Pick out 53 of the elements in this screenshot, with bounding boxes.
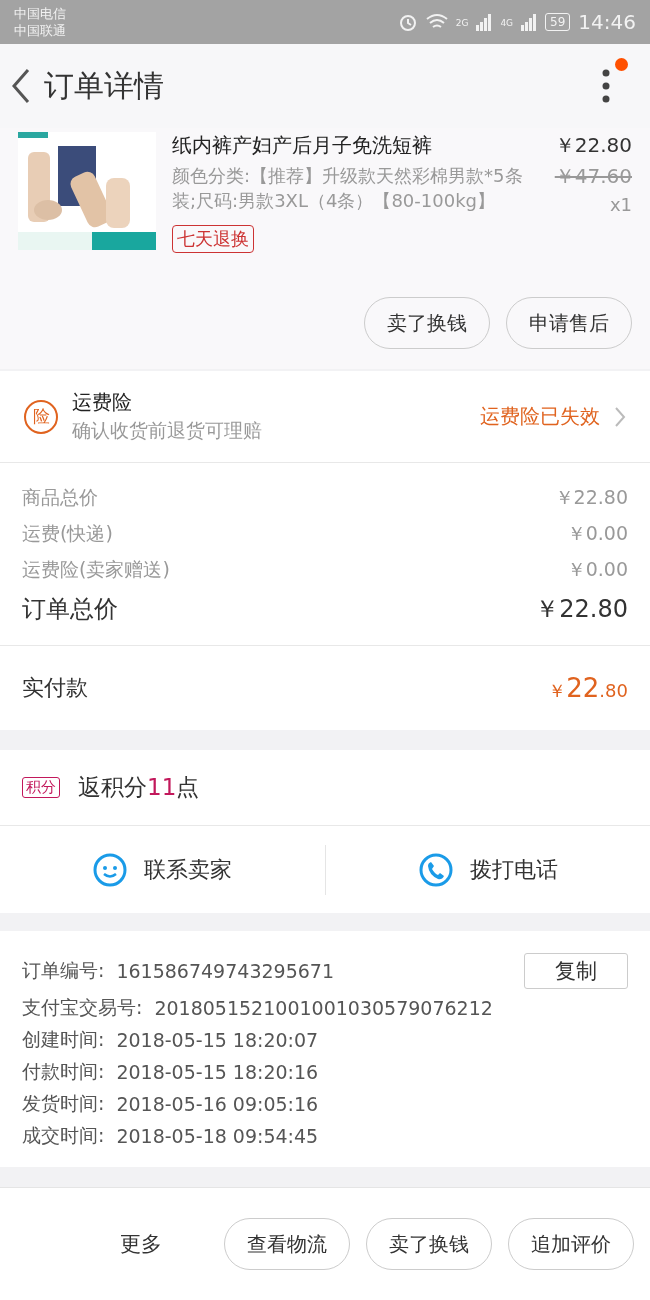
info-value: 2018-05-16 09:05:16 bbox=[116, 1093, 319, 1115]
info-label: 发货时间: bbox=[22, 1091, 105, 1116]
signal-icon bbox=[521, 13, 538, 31]
info-value: 2018-05-18 09:54:45 bbox=[116, 1125, 319, 1147]
price-label: 运费险(卖家赠送) bbox=[22, 557, 170, 582]
insurance-subtitle: 确认收货前退货可理赔 bbox=[72, 418, 262, 443]
contact-seller-button[interactable]: 联系卖家 bbox=[0, 844, 325, 895]
price-value: ￥22.80 bbox=[554, 485, 628, 510]
info-label: 成交时间: bbox=[22, 1123, 105, 1148]
back-icon[interactable] bbox=[10, 67, 32, 105]
price-label: 订单总价 bbox=[22, 594, 118, 625]
price-value: ￥22.80 bbox=[535, 594, 628, 625]
product-title[interactable]: 纸内裤产妇产后月子免洗短裤 bbox=[172, 132, 539, 159]
points-badge: 积分 bbox=[22, 777, 60, 798]
points-text: 返积分11点 bbox=[78, 773, 200, 802]
battery-level: 59 bbox=[545, 13, 571, 31]
insurance-title: 运费险 bbox=[72, 389, 133, 416]
clock-time: 14:46 bbox=[578, 10, 636, 34]
paid-amount: ￥22.80 bbox=[548, 673, 628, 703]
alarm-icon bbox=[397, 12, 418, 32]
more-menu-icon[interactable] bbox=[602, 69, 610, 103]
product-spec: 颜色分类:【推荐】升级款天然彩棉男款*5条装;尺码:男款3XL（4条）【80-100kg】 bbox=[172, 164, 524, 213]
info-label: 订单编号: bbox=[22, 958, 105, 983]
signal-icon bbox=[476, 13, 493, 31]
price-value: ￥0.00 bbox=[566, 521, 628, 546]
network-label: 2G bbox=[455, 18, 469, 28]
more-button[interactable]: 更多 bbox=[114, 1229, 168, 1259]
phone-icon bbox=[417, 851, 454, 888]
wifi-icon bbox=[425, 13, 448, 31]
copy-button[interactable]: 复制 bbox=[524, 953, 628, 989]
insurance-status[interactable]: 运费险已失效 bbox=[480, 403, 600, 430]
info-value: 2018-05-15 18:20:16 bbox=[116, 1061, 319, 1083]
price-value: ￥0.00 bbox=[566, 557, 628, 582]
return-policy-tag: 七天退换 bbox=[172, 225, 254, 253]
insurance-badge: 险 bbox=[24, 399, 58, 434]
info-value: 161586749743295671 bbox=[116, 960, 334, 982]
chat-icon bbox=[92, 851, 129, 888]
original-price: ￥47.60 bbox=[554, 163, 632, 190]
quantity: x1 bbox=[609, 194, 632, 215]
page-title: 订单详情 bbox=[44, 66, 164, 105]
price-label: 运费(快递) bbox=[22, 521, 113, 546]
info-value: 2018051521001001030579076212 bbox=[154, 997, 493, 1019]
carrier-name: 中国电信 bbox=[14, 5, 66, 22]
carrier-name: 中国联通 bbox=[14, 22, 66, 39]
paid-label: 实付款 bbox=[22, 674, 88, 702]
info-label: 创建时间: bbox=[22, 1027, 105, 1052]
call-button[interactable]: 拨打电话 bbox=[325, 844, 650, 895]
info-value: 2018-05-15 18:20:07 bbox=[116, 1029, 319, 1051]
product-price: ￥22.80 bbox=[554, 132, 632, 159]
info-label: 支付宝交易号: bbox=[22, 995, 143, 1020]
price-label: 商品总价 bbox=[22, 485, 98, 510]
info-label: 付款时间: bbox=[22, 1059, 105, 1084]
network-label: 4G bbox=[500, 18, 514, 28]
